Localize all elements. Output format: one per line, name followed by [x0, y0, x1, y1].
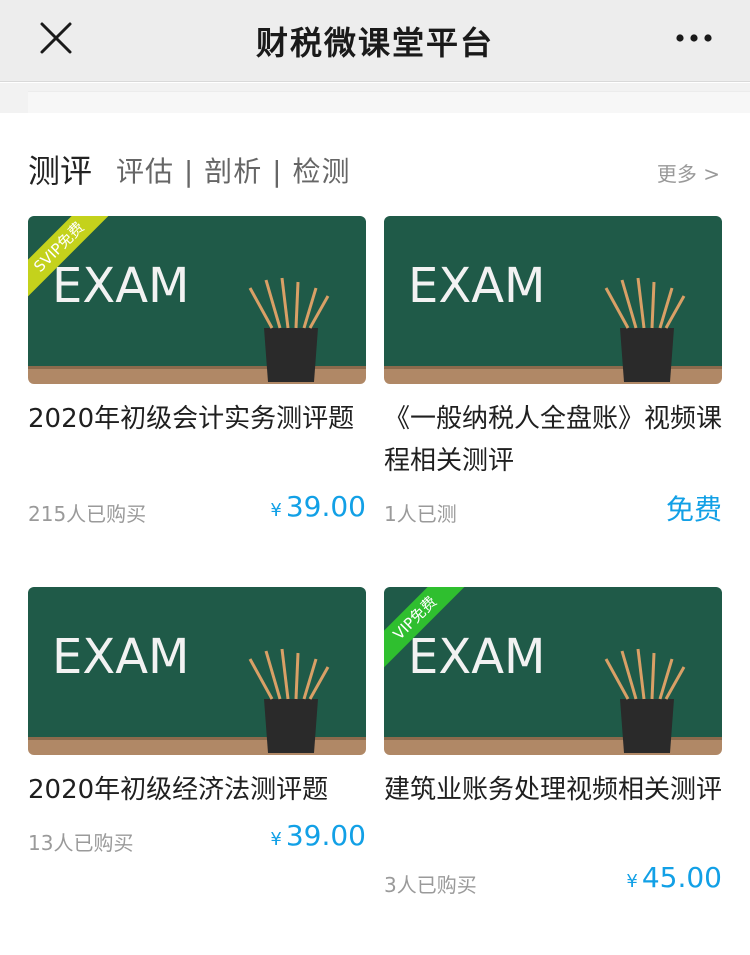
course-card[interactable]: EXAM SVIP免费 2020年初级会计实务测评题 215人已购买 ¥39.0…	[28, 216, 366, 532]
more-link[interactable]: 更多 >	[657, 158, 720, 187]
course-title[interactable]: 建筑业账务处理视频相关测评	[384, 769, 722, 853]
section-tags: 评估 | 剖析 | 检测	[116, 155, 351, 188]
course-thumbnail[interactable]: EXAM	[28, 587, 366, 755]
more-dots-icon[interactable]	[674, 30, 714, 46]
section-divider	[0, 83, 750, 113]
currency-symbol: ¥	[270, 829, 282, 850]
course-card[interactable]: EXAM VIP免费 建筑业账务处理视频相关测评 3人已购买 ¥45.00	[384, 587, 722, 903]
course-title[interactable]: 《一般纳税人全盘账》视频课程相关测评	[384, 398, 722, 482]
currency-symbol: ¥	[626, 871, 638, 892]
price-value: 39.00	[285, 819, 366, 852]
sold-count: 215人已购买	[28, 502, 147, 526]
price-value: 39.00	[285, 490, 366, 523]
price-value: 45.00	[641, 861, 722, 894]
course-card[interactable]: EXAM 《一般纳税人全盘账》视频课程相关测评 1人已测 免费	[384, 216, 722, 532]
exam-chalk-text: EXAM	[52, 629, 189, 685]
section-header: 测评 评估 | 剖析 | 检测 更多 >	[0, 113, 750, 213]
sold-count: 3人已购买	[384, 873, 477, 897]
top-bar: 财税微课堂平台	[0, 0, 750, 82]
course-thumbnail[interactable]: EXAM	[384, 216, 722, 384]
course-title[interactable]: 2020年初级经济法测评题	[28, 769, 366, 811]
price: ¥45.00	[626, 861, 722, 894]
page-title: 财税微课堂平台	[255, 24, 494, 62]
free-label: 免费	[665, 493, 722, 526]
exam-chalk-text: EXAM	[408, 258, 545, 314]
course-thumbnail[interactable]: EXAM SVIP免费	[28, 216, 366, 384]
exam-chalk-text: EXAM	[52, 258, 189, 314]
exam-chalk-text: EXAM	[408, 629, 545, 685]
currency-symbol: ¥	[270, 500, 282, 521]
sold-count: 13人已购买	[28, 831, 134, 855]
course-thumbnail[interactable]: EXAM VIP免费	[384, 587, 722, 755]
course-title[interactable]: 2020年初级会计实务测评题	[28, 398, 366, 482]
course-card[interactable]: EXAM 2020年初级经济法测评题 13人已购买 ¥39.00	[28, 587, 366, 861]
tested-count: 1人已测	[384, 502, 457, 526]
price: ¥39.00	[270, 490, 366, 523]
price: ¥39.00	[270, 819, 366, 852]
section-title: 测评	[28, 152, 93, 190]
